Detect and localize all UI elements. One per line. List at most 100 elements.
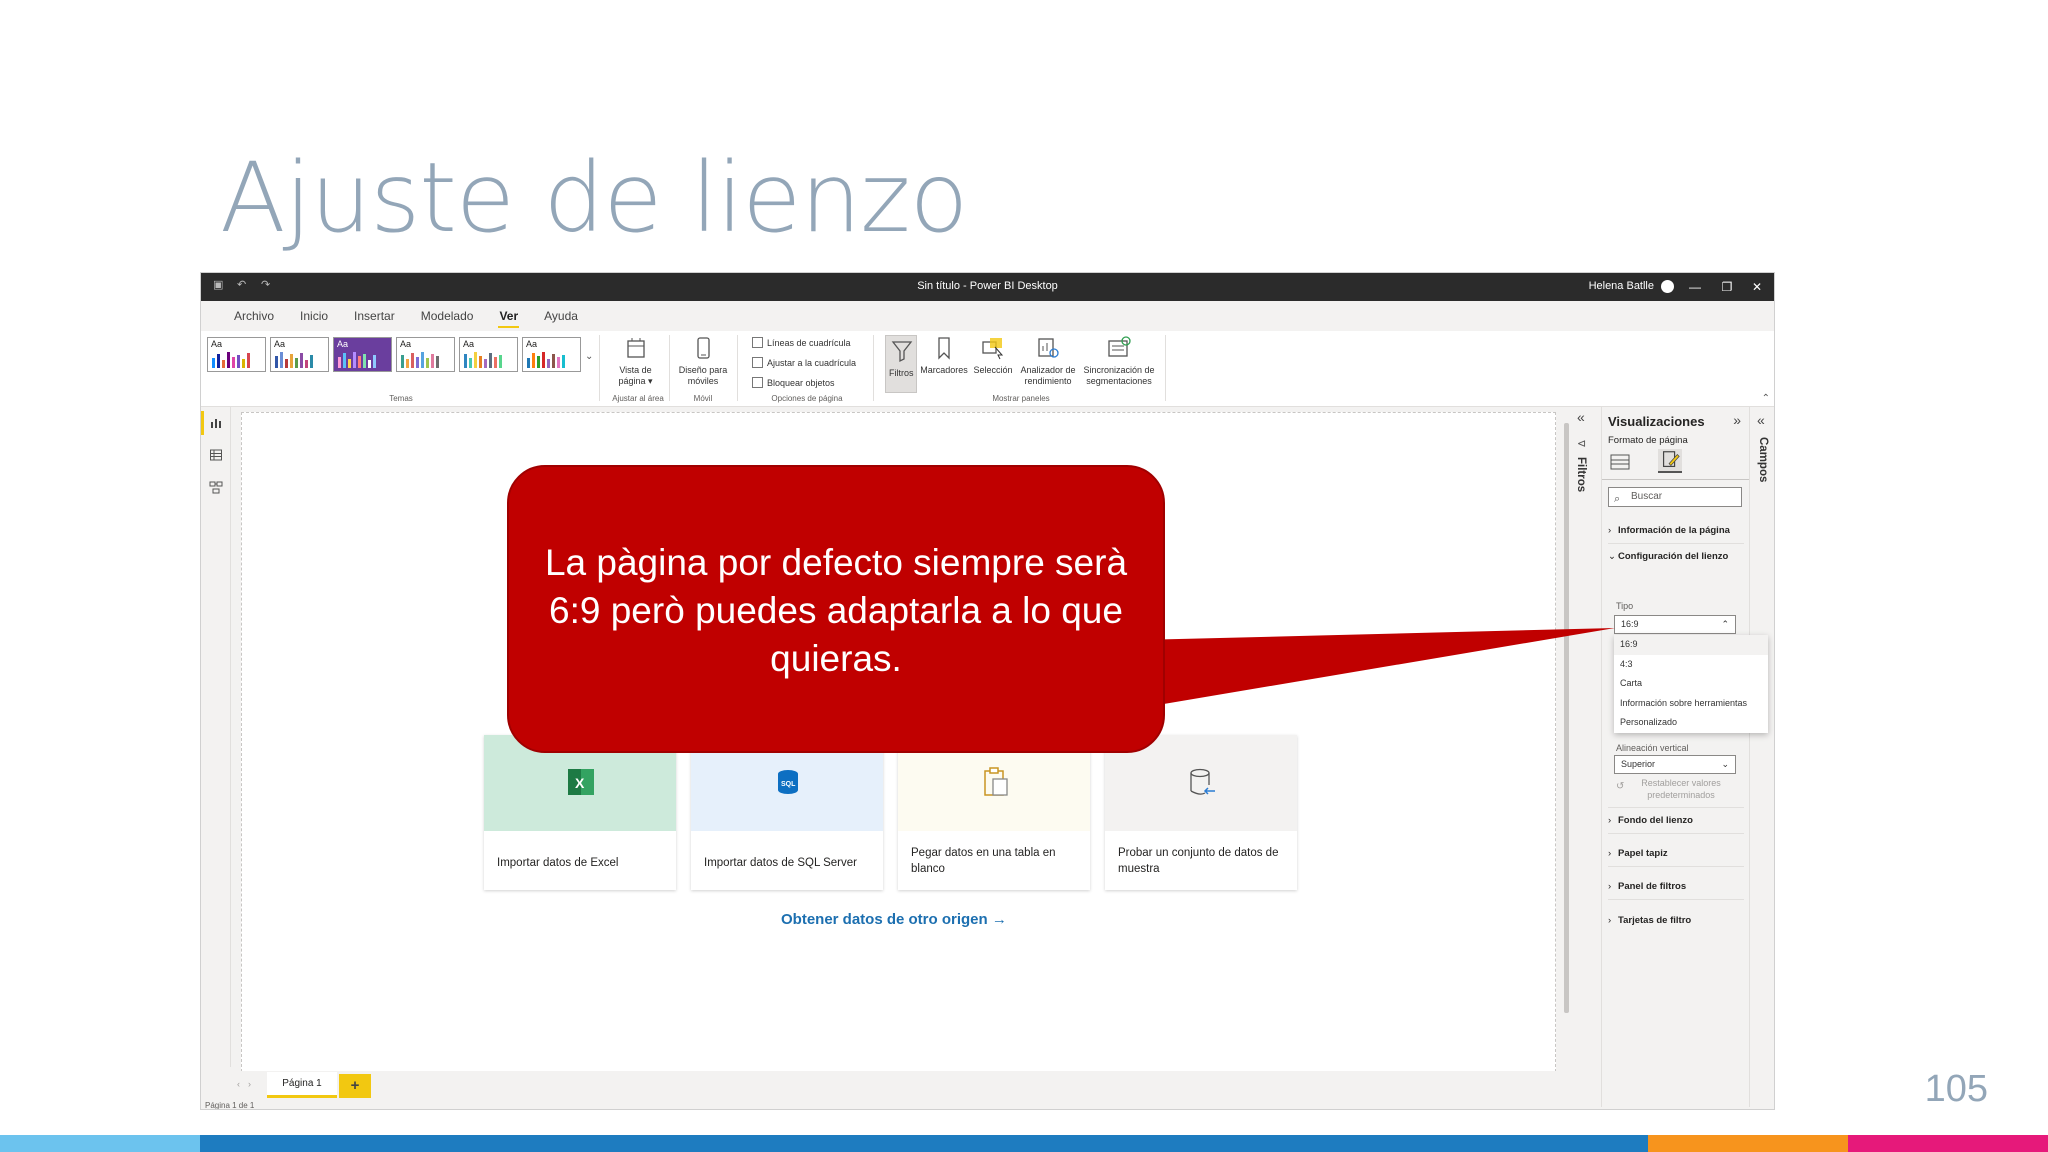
import-sql-card[interactable]: SQL Importar datos de SQL Server — [691, 735, 883, 890]
user-name[interactable]: Helena Batlle — [1589, 280, 1654, 292]
selection-pane-button[interactable]: Selección — [971, 335, 1015, 376]
filter-icon — [891, 341, 913, 363]
collapse-fields-icon[interactable]: « — [1757, 412, 1765, 428]
page-view-button[interactable]: Vista de página ▾ — [613, 335, 658, 387]
callout-bubble: La pàgina por defecto siempre serà 6:9 p… — [507, 465, 1165, 753]
minimize-icon[interactable]: — — [1680, 276, 1710, 298]
filters-pane-button[interactable]: Filtros — [885, 335, 917, 393]
theme-option[interactable]: Aa — [396, 337, 455, 372]
view-switcher — [201, 407, 231, 1067]
paste-data-card[interactable]: Pegar datos en una tabla en blanco — [898, 735, 1090, 890]
page-nav-arrows[interactable]: ‹› — [237, 1079, 259, 1089]
slide-number: 105 — [1924, 1068, 1988, 1110]
bar-segment — [1648, 1135, 1848, 1152]
visualizations-pane: Visualizaciones » Formato de página ⌕ Bus… — [1601, 407, 1768, 1107]
sql-icon: SQL — [778, 770, 798, 794]
filters-pane[interactable]: « ⊲ Filtros — [1571, 407, 1595, 1067]
section-wallpaper[interactable]: › Papel tapiz — [1608, 848, 1668, 859]
close-icon[interactable]: ✕ — [1742, 276, 1772, 298]
sync-slicers-icon — [1108, 336, 1131, 357]
excel-icon: X — [568, 769, 594, 795]
group-label-themes: Temas — [389, 394, 413, 403]
card-label: Importar datos de SQL Server — [704, 857, 857, 869]
tab-insertar[interactable]: Insertar — [341, 301, 408, 331]
canvas-scrollbar[interactable] — [1564, 423, 1569, 1013]
type-option[interactable]: 4:3 — [1614, 655, 1768, 675]
page-tabs-bar: ‹› Página 1 + — [231, 1071, 1571, 1101]
card-label: Probar un conjunto de datos de muestra — [1118, 847, 1279, 875]
restore-icon[interactable]: ❐ — [1712, 276, 1742, 298]
chevron-down-icon[interactable]: ⌄ — [585, 351, 593, 362]
section-canvas-background[interactable]: › Fondo del lienzo — [1608, 815, 1693, 826]
status-bar: Página 1 de 1 — [205, 1101, 255, 1110]
reset-defaults-button[interactable]: ↺ Restablecer valores predeterminados — [1616, 777, 1746, 801]
bottom-color-bar — [0, 1135, 2048, 1152]
snap-to-grid-checkbox[interactable]: Ajustar a la cuadrícula — [752, 357, 856, 368]
mobile-icon — [697, 337, 710, 359]
format-paint-icon[interactable] — [1658, 449, 1682, 473]
collapse-filters-icon[interactable]: « — [1577, 409, 1585, 425]
tab-ayuda[interactable]: Ayuda — [531, 301, 591, 331]
title-bar: ▣ ↶ ↷ Sin título - Power BI Desktop Hele… — [201, 273, 1774, 301]
svg-text:SQL: SQL — [781, 781, 796, 788]
type-label: Tipo — [1616, 601, 1634, 611]
collapse-ribbon-icon[interactable]: ⌃ — [1762, 393, 1770, 404]
bookmarks-pane-button[interactable]: Marcadores — [919, 335, 969, 376]
theme-option[interactable]: Aa — [522, 337, 581, 372]
tab-modelado[interactable]: Modelado — [408, 301, 487, 331]
group-label-mobile: Móvil — [693, 394, 713, 403]
type-option[interactable]: Personalizado — [1614, 713, 1768, 733]
search-icon: ⌕ — [1614, 493, 1621, 505]
type-option[interactable]: 16:9 — [1614, 635, 1768, 655]
type-option[interactable]: Carta — [1614, 674, 1768, 694]
performance-analyzer-button[interactable]: Analizador de rendimiento — [1017, 335, 1079, 387]
model-view-icon[interactable] — [209, 480, 223, 494]
add-page-button[interactable]: + — [339, 1074, 371, 1098]
theme-option[interactable]: Aa — [207, 337, 266, 372]
tab-inicio[interactable]: Inicio — [287, 301, 341, 331]
gridlines-checkbox[interactable]: Líneas de cuadrícula — [752, 337, 851, 348]
chevron-down-icon: ⌄ — [1721, 759, 1729, 769]
sample-dataset-card[interactable]: Probar un conjunto de datos de muestra — [1105, 735, 1297, 890]
section-page-info[interactable]: › Información de la página — [1608, 525, 1730, 536]
tab-ver[interactable]: Ver — [486, 301, 531, 331]
type-option[interactable]: Información sobre herramientas — [1614, 694, 1768, 714]
page-tab[interactable]: Página 1 — [267, 1072, 337, 1098]
fields-pane[interactable]: « Campos — [1749, 407, 1774, 1107]
collapse-viz-icon[interactable]: » — [1733, 412, 1741, 428]
type-dropdown[interactable]: 16:9 ⌃ — [1614, 615, 1736, 634]
sync-slicers-button[interactable]: Sincronización de segmentaciones — [1081, 335, 1157, 387]
build-visual-icon[interactable] — [1610, 453, 1630, 471]
vertical-align-label: Alineación vertical — [1616, 743, 1689, 753]
mobile-layout-button[interactable]: Diseño para móviles — [675, 335, 731, 387]
theme-option[interactable]: Aa — [459, 337, 518, 372]
tab-archivo[interactable]: Archivo — [221, 301, 287, 331]
card-label: Pegar datos en una tabla en blanco — [911, 847, 1056, 875]
import-excel-card[interactable]: X Importar datos de Excel — [484, 735, 676, 890]
avatar[interactable] — [1661, 280, 1674, 293]
chevron-up-icon: ⌃ — [1721, 619, 1729, 629]
filter-icon: ⊲ — [1577, 438, 1587, 450]
database-icon — [1190, 768, 1215, 795]
group-label-page-options: Opciones de página — [771, 394, 843, 403]
type-dropdown-options: 16:9 4:3 Carta Información sobre herrami… — [1614, 635, 1768, 733]
page-view-label: Vista de página ▾ — [618, 365, 653, 386]
theme-gallery: Aa Aa Aa Aa Aa Aa — [207, 337, 581, 372]
report-view-icon[interactable] — [209, 416, 223, 430]
group-label-scale: Ajustar al área — [612, 394, 664, 403]
section-filter-cards[interactable]: › Tarjetas de filtro — [1608, 915, 1691, 926]
menu-bar: Archivo Inicio Insertar Modelado Ver Ayu… — [201, 301, 1774, 331]
ribbon: Aa Aa Aa Aa Aa Aa ⌄ Temas Vista de págin… — [201, 331, 1774, 407]
section-canvas-settings[interactable]: ⌄ Configuración del lienzo — [1608, 551, 1728, 562]
format-page-label: Formato de página — [1608, 435, 1688, 446]
page-view-icon — [626, 338, 645, 358]
data-view-icon[interactable] — [209, 448, 223, 462]
theme-option-selected[interactable]: Aa — [333, 337, 392, 372]
theme-option[interactable]: Aa — [270, 337, 329, 372]
lock-objects-checkbox[interactable]: Bloquear objetos — [752, 377, 835, 388]
section-filter-pane[interactable]: › Panel de filtros — [1608, 881, 1686, 892]
other-source-link[interactable]: Obtener datos de otro origen → — [781, 911, 1007, 928]
window-title: Sin título - Power BI Desktop — [917, 280, 1058, 292]
search-input[interactable]: ⌕ Buscar — [1608, 487, 1742, 507]
vertical-align-dropdown[interactable]: Superior ⌄ — [1614, 755, 1736, 774]
